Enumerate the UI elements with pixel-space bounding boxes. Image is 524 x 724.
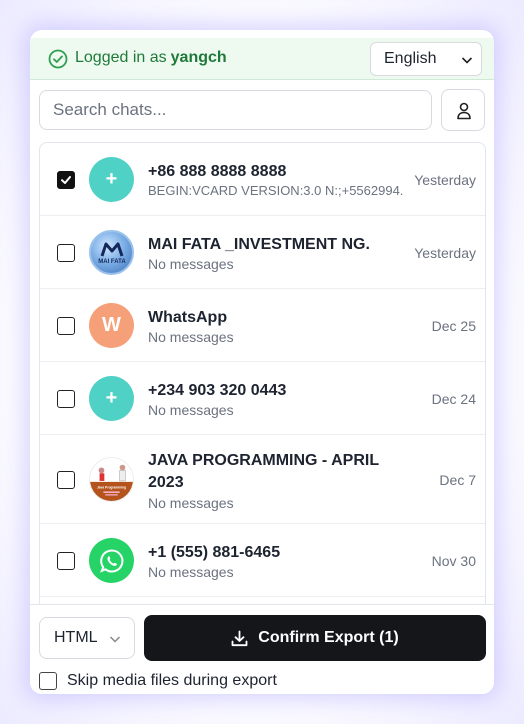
- chat-time: Yesterday: [414, 245, 476, 261]
- chat-row[interactable]: W WhatsApp No messages Dec 25: [40, 289, 485, 362]
- login-status-text: Logged in as yangch: [75, 49, 227, 67]
- chevron-down-icon: [461, 57, 473, 64]
- skip-media-checkbox[interactable]: [39, 672, 57, 690]
- chat-name: MAI FATA _INVESTMENT NG.: [148, 236, 370, 253]
- mai-fata-logo: MAI FATA: [89, 230, 134, 275]
- chat-preview: No messages: [148, 329, 234, 345]
- chat-avatar: +: [89, 157, 134, 202]
- login-status-bar: Logged in as yangch English: [30, 38, 494, 80]
- confirm-export-button[interactable]: Confirm Export (1): [144, 615, 486, 661]
- chat-checkbox[interactable]: [57, 471, 75, 489]
- download-icon: [231, 630, 248, 646]
- user-icon: [457, 102, 471, 120]
- chat-avatar: +: [89, 376, 134, 421]
- chat-preview: No messages: [148, 256, 234, 272]
- chat-name: +1 (555) 881-6465: [148, 544, 281, 561]
- chat-preview: No messages: [148, 495, 234, 511]
- chat-checkbox[interactable]: [57, 244, 75, 262]
- login-username: yangch: [170, 49, 227, 66]
- search-input[interactable]: Search chats...: [39, 90, 432, 130]
- language-select[interactable]: English: [370, 42, 482, 76]
- chat-time: Dec 24: [431, 391, 476, 407]
- svg-text:Java Programming: Java Programming: [97, 486, 126, 490]
- chat-preview: No messages: [148, 402, 234, 418]
- checkmark-icon: [61, 176, 71, 184]
- contacts-button[interactable]: [441, 89, 485, 131]
- chat-list: + +86 888 8888 8888 BEGIN:VCARD VERSION:…: [39, 142, 486, 604]
- skip-media-label: Skip media files during export: [67, 672, 277, 689]
- format-select[interactable]: HTML: [39, 617, 135, 659]
- chevron-down-icon: [109, 636, 121, 643]
- chat-row[interactable]: +1 (555) 881-6465 No messages Nov 30: [40, 524, 485, 597]
- chat-checkbox[interactable]: [57, 171, 75, 189]
- chat-row[interactable]: + +234 903 320 0443 No messages Dec 24: [40, 362, 485, 435]
- chat-preview: No messages: [148, 564, 234, 580]
- chat-avatar: [89, 538, 134, 583]
- language-value: English: [384, 50, 437, 67]
- export-panel: Logged in as yangch English Search chats.…: [30, 30, 494, 694]
- svg-text:MAI FATA: MAI FATA: [98, 259, 126, 265]
- chat-name: WhatsApp: [148, 309, 228, 326]
- search-placeholder: Search chats...: [53, 100, 167, 119]
- check-circle-icon: [48, 49, 68, 69]
- whatsapp-icon: [99, 548, 123, 573]
- chat-time: Dec 7: [439, 472, 476, 488]
- format-value: HTML: [54, 629, 98, 646]
- chat-preview: BEGIN:VCARD VERSION:3.0 N:;+5562994...: [148, 183, 403, 198]
- chat-name: +234 903 320 0443: [148, 382, 287, 399]
- chat-avatar: W: [89, 303, 134, 348]
- chat-checkbox[interactable]: [57, 552, 75, 570]
- chat-row[interactable]: MAI FATA MAI FATA _INVESTMENT NG. No mes…: [40, 216, 485, 289]
- chat-checkbox[interactable]: [57, 390, 75, 408]
- chat-name: +86 888 8888 8888: [148, 163, 287, 180]
- java-programming-logo: Java Programming: [89, 457, 134, 502]
- chat-checkbox[interactable]: [57, 317, 75, 335]
- chat-time: Nov 30: [431, 553, 476, 569]
- chat-row[interactable]: + +86 888 8888 8888 BEGIN:VCARD VERSION:…: [40, 143, 485, 216]
- chat-time: Dec 25: [431, 318, 476, 334]
- export-button-label: Confirm Export (1): [258, 629, 399, 646]
- skip-media-option[interactable]: Skip media files during export: [39, 671, 277, 691]
- chat-time: Yesterday: [414, 172, 476, 188]
- login-prefix: Logged in as: [75, 49, 167, 66]
- chat-row[interactable]: Java Programming JAVA PROGRAMMING - APRI…: [40, 435, 485, 524]
- export-footer: HTML Confirm Export (1) Skip media files…: [30, 604, 494, 694]
- chat-name: JAVA PROGRAMMING - APRIL 2023: [148, 452, 379, 491]
